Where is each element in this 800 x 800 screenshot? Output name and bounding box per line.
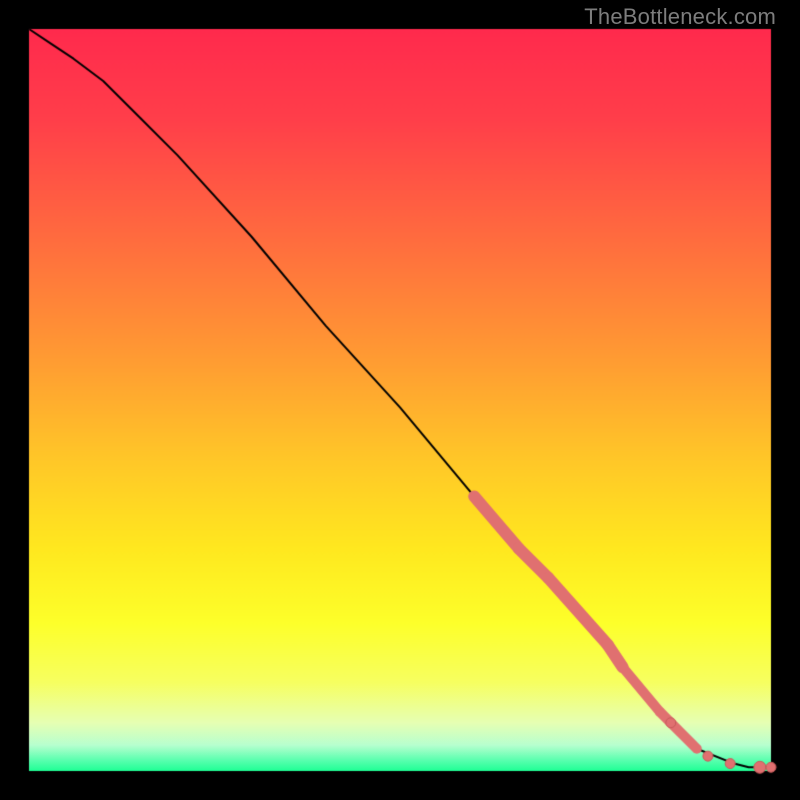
chart-stage: TheBottleneck.com: [0, 0, 800, 800]
watermark-text: TheBottleneck.com: [584, 4, 776, 30]
chart-canvas: [0, 0, 800, 800]
